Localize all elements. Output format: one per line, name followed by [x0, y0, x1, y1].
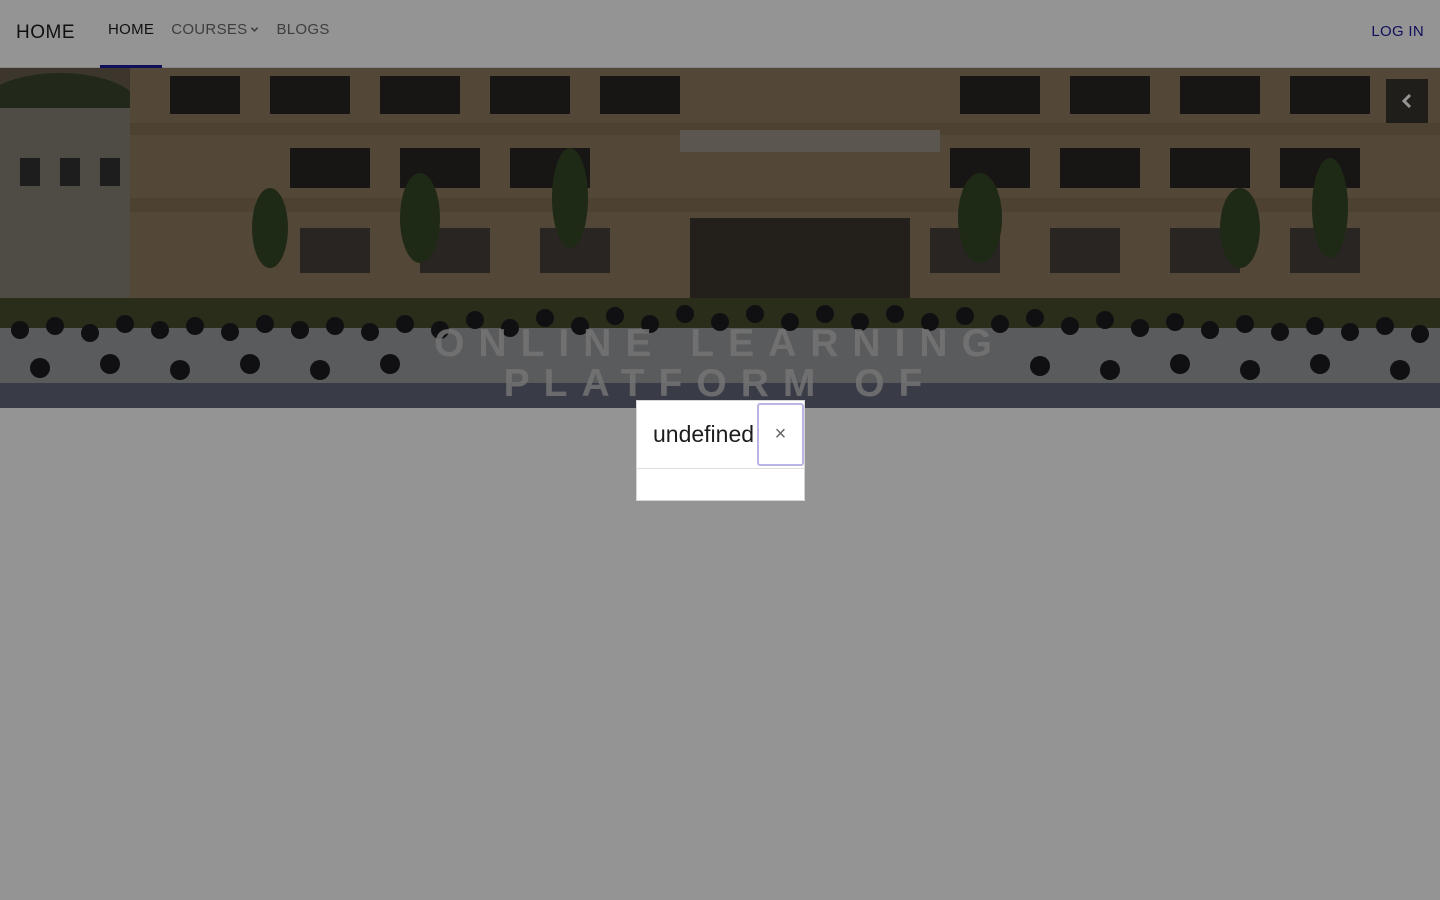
modal-header: undefined × [637, 401, 804, 469]
modal-title: undefined [653, 421, 755, 447]
modal-dialog: undefined × [636, 400, 805, 501]
modal-close-button[interactable]: × [757, 403, 804, 466]
close-icon: × [774, 423, 787, 445]
